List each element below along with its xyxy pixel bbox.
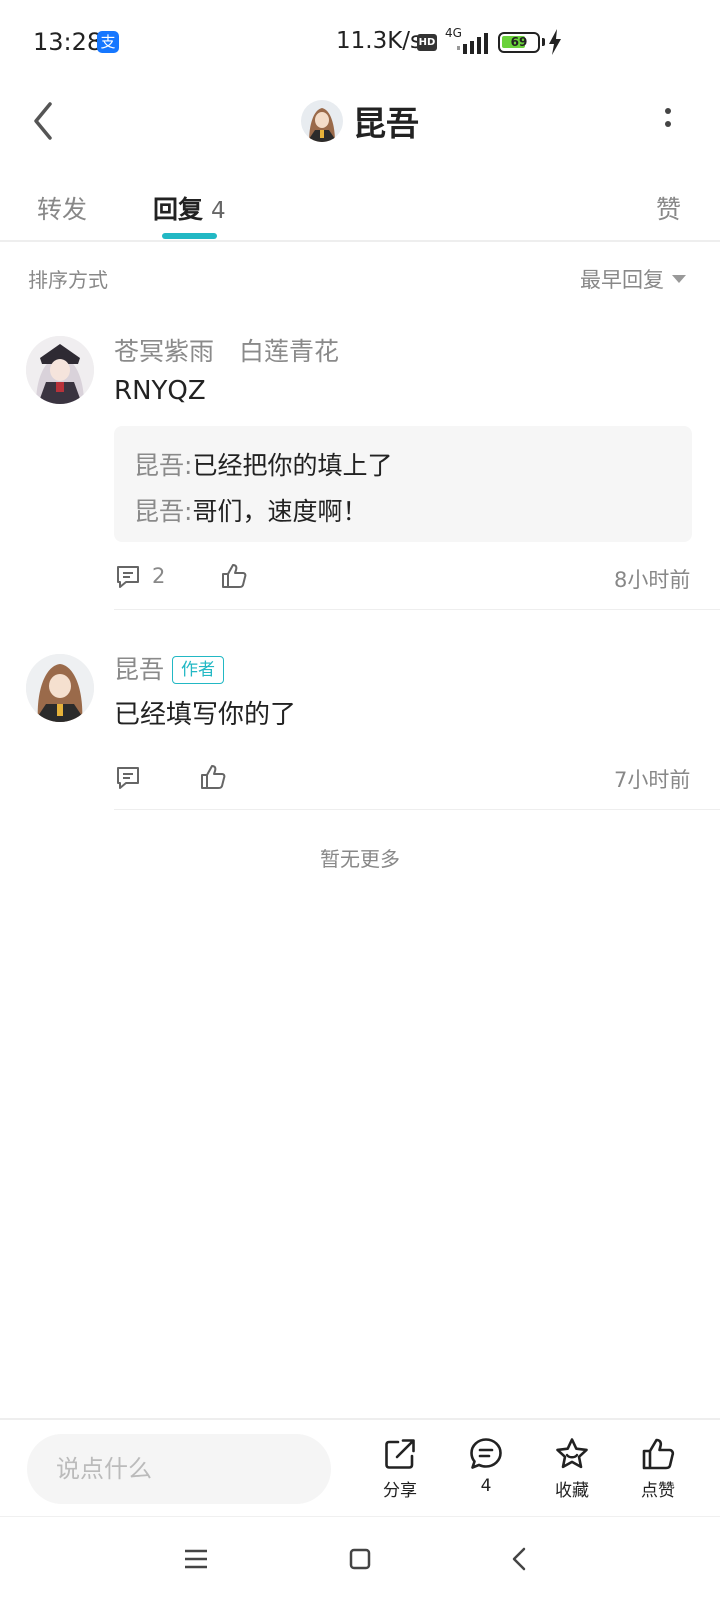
battery-icon: 69 [498,32,540,53]
share-button[interactable]: 分享 [365,1436,435,1502]
status-time: 13:28 [33,28,103,56]
no-more-text: 暂无更多 [320,847,400,871]
author-badge: 作者 [172,656,225,684]
more-options-button[interactable] [660,100,676,142]
reply-icon[interactable] [114,764,142,792]
reply-text: 已经把你的填上了 [192,451,393,480]
battery-cap [542,38,545,46]
title-wrap: 昆吾 [0,86,720,156]
caret-down-icon[interactable] [672,275,686,283]
divider [114,609,720,610]
comment-item: 昆吾 作者 已经填写你的了 7小时前 [0,652,720,812]
comment-text: 已经填写你的了 [114,700,297,730]
comment-input[interactable]: 说点什么 [27,1434,331,1504]
thumbs-up-icon[interactable] [199,763,227,791]
sort-label: 排序方式 [28,268,108,292]
thumbs-up-icon [642,1438,675,1470]
hd-badge: HD [417,34,437,51]
network-speed: 11.3K/s [336,28,423,54]
comment-username-text[interactable]: 昆吾 [114,655,164,684]
comment-button[interactable]: 4 [451,1436,521,1502]
tab-like[interactable]: 赞 [656,190,681,226]
comment-item: 苍冥紫雨 白莲青花 RNYQZ 昆吾:已经把你的填上了 昆吾:哥们，速度啊！ 2… [0,332,720,612]
page-title: 昆吾 [353,104,419,143]
divider [114,809,720,810]
reply-icon[interactable] [114,563,142,591]
tab-bar: 转发 回复 4 赞 [0,170,720,242]
avatar[interactable] [26,654,94,722]
alipay-notification-icon: 支 [97,31,119,53]
signal-icon [457,33,488,54]
comment-icon [470,1438,502,1469]
tab-reply-count: 4 [211,198,226,224]
nav-back-icon[interactable] [500,1539,540,1579]
tab-active-indicator [162,233,217,239]
reply-text: 哥们，速度啊！ [192,497,368,526]
share-icon [385,1439,415,1469]
comment-time: 8小时前 [614,568,691,592]
menu-icon[interactable] [176,1539,216,1579]
reply-preview-box[interactable]: 昆吾:已经把你的填上了 昆吾:哥们，速度啊！ [114,426,692,542]
avatar[interactable] [26,336,94,404]
like-label: 点赞 [641,1481,675,1501]
star-icon [556,1438,588,1469]
favorite-label: 收藏 [555,1481,589,1501]
comment-text: RNYQZ [114,376,206,406]
charging-bolt-icon [549,29,561,55]
comment-count: 4 [480,1476,492,1496]
sort-dropdown[interactable]: 最早回复 [580,264,664,294]
reply-preview-line: 昆吾:哥们，速度啊！ [134,492,367,528]
favorite-button[interactable]: 收藏 [537,1436,607,1502]
comment-username: 昆吾 作者 [114,650,225,686]
like-button[interactable]: 点赞 [623,1436,693,1502]
title-avatar[interactable] [301,100,343,142]
status-bar: 13:28 支 11.3K/s HD 4G 69 [0,0,720,86]
system-nav-bar [0,1516,720,1600]
tab-repost[interactable]: 转发 [37,190,87,226]
bottom-action-bar: 说点什么 分享 4 收藏 点赞 [0,1418,720,1516]
comment-time: 7小时前 [614,768,691,792]
tab-reply-label: 回复 [153,195,204,224]
battery-level: 69 [510,35,528,49]
reply-preview-line: 昆吾:已经把你的填上了 [134,446,392,482]
reply-count: 2 [152,564,166,588]
reply-username[interactable]: 昆吾 [134,451,184,480]
tab-reply[interactable]: 回复 4 [153,190,226,226]
comment-username[interactable]: 苍冥紫雨 白莲青花 [114,332,339,368]
sort-row: 排序方式 最早回复 [0,262,720,302]
home-icon[interactable] [340,1539,380,1579]
share-label: 分享 [383,1481,417,1501]
reply-username[interactable]: 昆吾 [134,497,184,526]
header: 昆吾 [0,86,720,170]
thumbs-up-icon[interactable] [220,562,248,590]
